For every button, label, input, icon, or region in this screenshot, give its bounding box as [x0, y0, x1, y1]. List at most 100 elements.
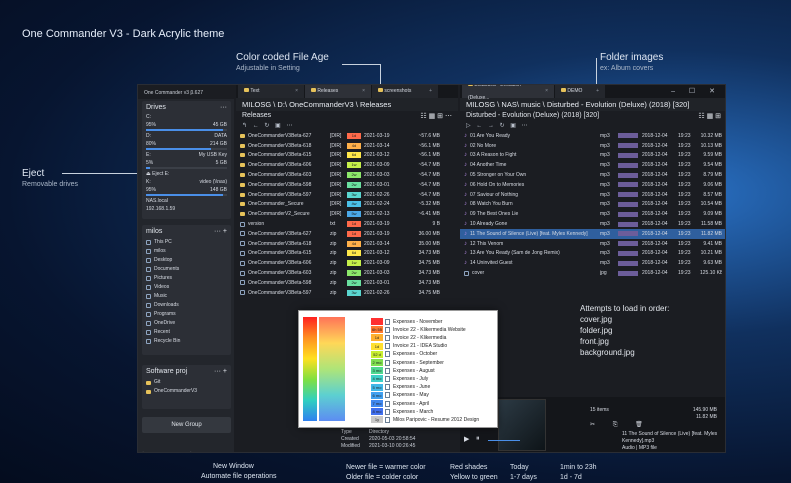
table-row[interactable]: ♪ 04 Another Time mp3 2018-12-04 19:23 9.54 M…	[460, 160, 725, 170]
new-window-icon[interactable]: ▭	[199, 451, 206, 452]
view-options-icons[interactable]: ☷ ▦ ⊞	[698, 112, 721, 121]
new-group-button[interactable]: New Group	[142, 417, 231, 433]
sidebar-item-documents[interactable]: Documents	[146, 265, 227, 274]
drives-menu-icon[interactable]: ···	[220, 104, 227, 111]
search-icon[interactable]: ⌕	[177, 451, 181, 452]
table-row[interactable]: OneCommanderV3Beta-615 [DIR] 6d 2021-03-12 ~…	[236, 151, 458, 161]
right-pane-heading: Disturbed - Evolution (Deluxe) (2018) [3…	[466, 112, 600, 119]
table-row[interactable]: OneCommanderV3Beta-603 [DIR] 2w 2021-03-03 ~…	[236, 170, 458, 180]
eject-button[interactable]: ⏏ Eject E:	[146, 171, 227, 177]
sidebar-item-git[interactable]: Git	[146, 378, 227, 387]
software-menu-icon[interactable]: ··· +	[214, 368, 227, 375]
tab-text[interactable]: Text ×	[238, 85, 304, 98]
table-row[interactable]: ♪ 08 Watch You Burn mp3 2018-12-04 19:23 10.5…	[460, 200, 725, 210]
table-row[interactable]: OneCommanderV3Beta-597 [DIR] 3w 2021-02-26 ~…	[236, 190, 458, 200]
layout-icon[interactable]: ▥	[164, 451, 171, 452]
sidebar-item-milos[interactable]: milos	[146, 247, 227, 256]
sidebar-item-music[interactable]: Music	[146, 292, 227, 301]
document-icon	[385, 334, 390, 341]
table-row[interactable]: cover jpg 2018-12-04 19:23 125.10 KB	[460, 268, 725, 278]
seek-slider[interactable]	[488, 440, 520, 441]
table-row[interactable]: ♪ 07 Saviour of Nothing mp3 2018-12-04 19:23…	[460, 190, 725, 200]
places-title: milos	[146, 228, 163, 235]
places-menu-icon[interactable]: ··· +	[214, 228, 227, 235]
table-row[interactable]: ♪ 03 A Reason to Fight mp3 2018-12-04 19:23 9…	[460, 151, 725, 161]
table-row[interactable]: OneCommanderV3Beta-598 [DIR] 2w 2021-03-01 ~…	[236, 180, 458, 190]
drive-k[interactable]: K: video (\\nas) 95% 148 GB	[146, 179, 227, 196]
sidebar-item-pictures[interactable]: Pictures	[146, 274, 227, 283]
table-row[interactable]: ♪ 09 The Best Ones Lie mp3 2018-12-04 19:23 9…	[460, 209, 725, 219]
table-row[interactable]: OneCommanderV3Beta-597 zip 3w 2021-02-26 34.…	[236, 288, 458, 298]
place-icon	[146, 249, 151, 254]
sidebar-item-recycle-bin[interactable]: Recycle Bin	[146, 337, 227, 346]
table-row[interactable]: ♪ 01 Are You Ready mp3 2018-12-04 19:23 10.32…	[460, 131, 725, 141]
drive-c[interactable]: C: 95% 45 GB	[146, 114, 227, 131]
sidebar-item-programs[interactable]: Programs	[146, 310, 227, 319]
view-options-icons[interactable]: ☷ ▦ ⊞ ⋯	[420, 112, 452, 121]
drive-e-usage	[146, 167, 227, 169]
table-row[interactable]: ♪ 14 Uninvited Guest mp3 2018-12-04 19:23 9.6…	[460, 258, 725, 268]
tab-screenshots[interactable]: screenshots +	[372, 85, 438, 98]
automate-icon[interactable]: ⚗	[187, 451, 193, 452]
table-row[interactable]: OneCommanderV3Beta-618 [DIR] 4d 2021-03-14 ~…	[236, 141, 458, 151]
eject-pointer	[62, 173, 140, 174]
table-row[interactable]: ♪ 10 Already Gone mp3 2018-12-04 19:23 11.58 …	[460, 219, 725, 229]
place-icon	[146, 330, 151, 335]
left-nav-toolbar[interactable]: ↰ ← ↻ ▣ ⋯	[236, 122, 458, 131]
sidebar-item-recent[interactable]: Recent	[146, 328, 227, 337]
drive-e[interactable]: E: My USB Key 5% 5 GB	[146, 152, 227, 169]
sidebar-item-desktop[interactable]: Desktop	[146, 256, 227, 265]
right-breadcrumb[interactable]: MILOSG \ NAS\ music \ Disturbed - Evolut…	[460, 98, 725, 111]
window-controls[interactable]: – ☐ ✕	[671, 85, 725, 98]
tab-demo[interactable]: DEMO +	[555, 85, 605, 98]
age-chip: 4w	[347, 201, 361, 208]
status-actions[interactable]: ✂ ⎘ 🗑	[590, 421, 651, 429]
table-row[interactable]: OneCommanderV3Beta-603 zip 2w 2021-03-03 34.…	[236, 268, 458, 278]
table-row[interactable]: OneCommanderV3Beta-606 zip 1w 2021-03-09 34.…	[236, 258, 458, 268]
settings-icon[interactable]: ⚙	[140, 451, 146, 452]
right-nav-toolbar[interactable]: ▷ ← → ↻ ▣ ⋯	[460, 122, 725, 131]
close-icon: ×	[295, 88, 298, 94]
table-row[interactable]: ♪ 13 Are You Ready (Sam de Jong Remix) mp3…	[460, 249, 725, 259]
table-row[interactable]: OneCommanderV3Beta-618 zip 4d 2021-03-14 35.…	[236, 239, 458, 249]
tab-disturbed[interactable]: Disturbed - Evolution (Deluxe... ×	[462, 85, 554, 101]
nas-drive[interactable]: NAS.local	[146, 198, 227, 204]
promo-title: One Commander V3 - Dark Acrylic theme	[22, 28, 225, 40]
age-chip	[618, 231, 638, 237]
age-chip	[371, 318, 383, 325]
file-icon	[240, 250, 245, 256]
folder-icon	[240, 212, 245, 217]
sidebar-item-downloads[interactable]: Downloads	[146, 301, 227, 310]
play-button[interactable]: ▶	[464, 435, 469, 443]
folder-icon	[468, 85, 473, 86]
sidebar-item-onedrive[interactable]: OneDrive	[146, 319, 227, 328]
sidebar-item-this-pc[interactable]: This PC	[146, 238, 227, 247]
table-row[interactable]: OneCommanderV3Beta-615 zip 6d 2021-03-12 34.…	[236, 249, 458, 259]
table-row[interactable]: OneCommanderV3Beta-606 [DIR] 1w 2021-03-09 ~…	[236, 160, 458, 170]
age-chip: 2w	[347, 279, 361, 286]
table-row[interactable]: ♪ 05 Stronger on Your Own mp3 2018-12-04 19:…	[460, 170, 725, 180]
left-details: Type Directory Created 2020-05-03 20:58:54…	[341, 429, 416, 449]
age-chip: 5 mo	[371, 383, 383, 391]
table-row[interactable]: version txt 1d 2021-03-19 9 B	[236, 219, 458, 229]
tab-releases[interactable]: Releases ×	[305, 85, 371, 98]
sidebar-item-videos[interactable]: Videos	[146, 283, 227, 292]
table-row[interactable]: ♪ 11 The Sound of Silence (Live) [feat. M…	[460, 228, 725, 239]
table-row[interactable]: OneCommander_Secure [DIR] 4w 2021-02-24 ~5.3…	[236, 200, 458, 210]
drive-d[interactable]: D: DATA 80% 214 GB	[146, 133, 227, 150]
left-breadcrumb[interactable]: MILOSG \ D:\ OneCommanderV3 \ Releases	[236, 98, 458, 111]
age-chip	[618, 250, 638, 256]
table-row[interactable]: ♪ 12 This Venom mp3 2018-12-04 19:23 9.41 MB	[460, 239, 725, 249]
age-chip: 2w	[347, 181, 361, 188]
table-row[interactable]: ♪ 02 No More mp3 2018-12-04 19:23 10.13 MB	[460, 141, 725, 151]
table-row[interactable]: OneCommanderV3Beta-627 [DIR] 1d 2021-03-19 ~…	[236, 131, 458, 141]
sidebar-item-onecommanderv3[interactable]: OneCommanderV3	[146, 387, 227, 396]
table-row[interactable]: ♪ 06 Hold On to Memories mp3 2018-12-04 19:2…	[460, 180, 725, 190]
table-row[interactable]: OneCommanderV3Beta-627 zip 1d 2021-03-19 36.…	[236, 229, 458, 239]
table-row[interactable]: OneCommanderV3Beta-598 zip 2w 2021-03-01 34.…	[236, 278, 458, 288]
folder-icon	[240, 173, 245, 178]
table-row[interactable]: OneCommanderV2_Secure [DIR] 5w 2021-02-13 ~6…	[236, 209, 458, 219]
pause-button[interactable]: ⏸	[476, 435, 480, 443]
history-icon[interactable]: ◷	[152, 451, 158, 452]
age-chip	[618, 192, 638, 198]
